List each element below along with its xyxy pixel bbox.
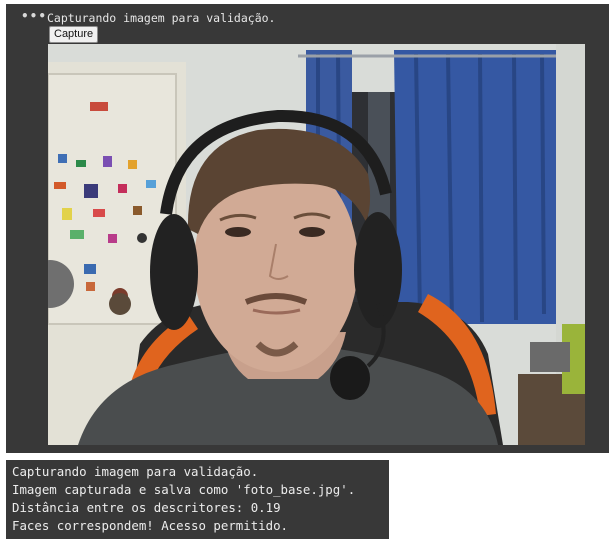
- webcam-video: [48, 44, 585, 445]
- capture-button[interactable]: Capture: [49, 26, 99, 43]
- notebook-cell-output: ••• Capturando imagem para validação. Ca…: [6, 4, 609, 453]
- output-line: Capturando imagem para validação.: [12, 464, 259, 479]
- output-line: Faces correspondem! Acesso permitido.: [12, 518, 289, 533]
- output-line: Distância entre os descritores: 0.19: [12, 500, 281, 515]
- headset-right-cup: [354, 212, 402, 328]
- ellipsis-icon[interactable]: •••: [21, 9, 47, 23]
- output-line: Imagem capturada e salva como 'foto_base…: [12, 482, 356, 497]
- webcam-frame: [48, 44, 585, 445]
- headset-left-cup: [150, 214, 198, 330]
- headset-mic: [330, 356, 370, 400]
- console-output: Capturando imagem para validação. Imagem…: [6, 460, 389, 539]
- person-left-eye: [225, 227, 251, 237]
- person-right-eye: [299, 227, 325, 237]
- cell-status-text: Capturando imagem para validação.: [47, 11, 276, 25]
